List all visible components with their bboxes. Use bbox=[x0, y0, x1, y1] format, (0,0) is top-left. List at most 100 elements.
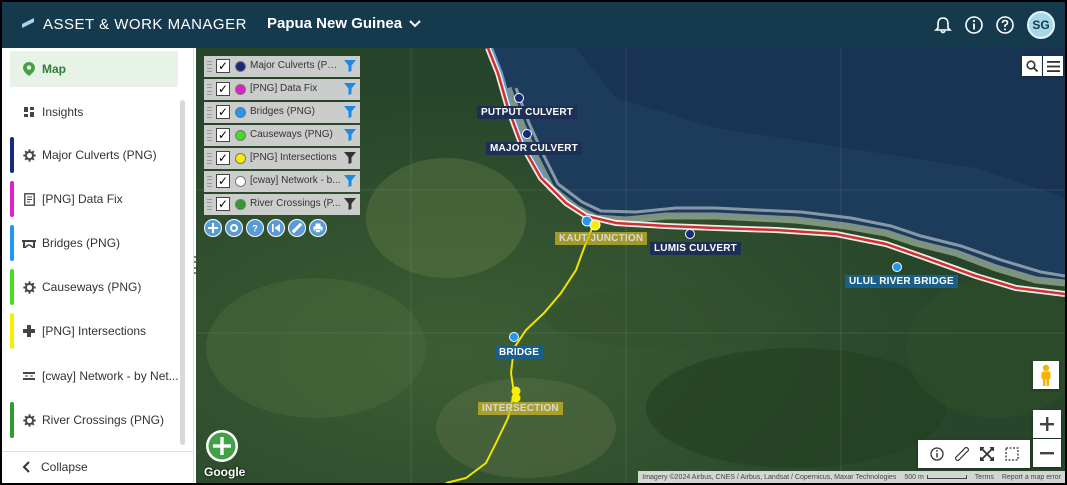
top-bar: ASSET & WORK MANAGER Papua New Guinea SG bbox=[2, 2, 1065, 48]
layer-color-bar bbox=[10, 313, 14, 349]
layer-checkbox[interactable]: ✓ bbox=[216, 197, 230, 211]
scale-line bbox=[926, 475, 967, 479]
culvert-marker[interactable] bbox=[513, 92, 525, 104]
drag-handle-icon[interactable] bbox=[207, 176, 212, 187]
drag-handle-icon[interactable] bbox=[207, 107, 212, 118]
map-menu-button[interactable] bbox=[1043, 56, 1063, 76]
help-icon[interactable] bbox=[995, 15, 1015, 35]
culvert-marker[interactable] bbox=[684, 228, 696, 240]
layer-tools: ? bbox=[204, 219, 360, 237]
layers-panel: ✓ Major Culverts (PNG... ✓ [PNG] Data Fi… bbox=[204, 56, 360, 237]
sidebar-item-network[interactable]: [cway] Network - by Net... bbox=[10, 358, 179, 394]
drag-handle-icon[interactable] bbox=[207, 130, 212, 141]
filter-icon[interactable] bbox=[344, 175, 356, 187]
layer-row-causeways[interactable]: ✓ Causeways (PNG) bbox=[204, 125, 360, 146]
drag-handle-icon[interactable] bbox=[207, 199, 212, 210]
chevron-left-icon bbox=[22, 461, 30, 473]
print-icon[interactable] bbox=[309, 219, 327, 237]
filter-icon[interactable] bbox=[344, 60, 356, 72]
map-label-kaut-junction[interactable]: KAUT JUNCTION bbox=[555, 232, 648, 245]
map-label-major-culvert[interactable]: MAJOR CULVERT bbox=[486, 142, 582, 155]
map-label-bridge[interactable]: BRIDGE bbox=[495, 346, 544, 359]
map-pin-icon bbox=[22, 62, 36, 76]
bell-icon[interactable] bbox=[933, 15, 953, 35]
layer-checkbox[interactable]: ✓ bbox=[216, 105, 230, 119]
collapse-button[interactable]: Collapse bbox=[22, 460, 88, 474]
sidebar-item-data-fix[interactable]: [PNG] Data Fix bbox=[10, 181, 178, 217]
ruler-icon[interactable] bbox=[954, 447, 969, 461]
sidebar-item-label: Insights bbox=[42, 105, 84, 119]
layer-row-network[interactable]: ✓ [cway] Network - b... bbox=[204, 171, 360, 192]
map-search-button[interactable] bbox=[1022, 56, 1042, 76]
imagery-credit: Imagery ©2024 Airbus, CNES / Airbus, Lan… bbox=[642, 473, 897, 481]
divider bbox=[2, 451, 194, 452]
info-icon[interactable] bbox=[964, 15, 984, 35]
filter-icon[interactable] bbox=[344, 152, 356, 164]
zoom-in-button[interactable] bbox=[1033, 410, 1061, 438]
layer-color-dot bbox=[235, 153, 246, 164]
select-area-icon[interactable] bbox=[1004, 447, 1019, 461]
layer-name: Causeways (PNG) bbox=[250, 129, 333, 140]
sidebar-item-causeways[interactable]: Causeways (PNG) bbox=[10, 269, 178, 305]
filter-icon[interactable] bbox=[344, 106, 356, 118]
svg-text:?: ? bbox=[252, 224, 258, 234]
drag-handle-icon[interactable] bbox=[207, 153, 212, 164]
layer-checkbox[interactable]: ✓ bbox=[216, 59, 230, 73]
layer-row-data-fix[interactable]: ✓ [PNG] Data Fix bbox=[204, 79, 360, 100]
layer-checkbox[interactable]: ✓ bbox=[216, 128, 230, 142]
bridge-marker[interactable] bbox=[891, 261, 903, 273]
intersection-marker[interactable] bbox=[588, 218, 602, 232]
info-icon[interactable] bbox=[929, 447, 944, 461]
plus-icon bbox=[22, 324, 36, 338]
layer-color-bar bbox=[10, 225, 14, 261]
zoom-out-button[interactable] bbox=[1033, 439, 1061, 467]
map-label-ulul-river-bridge[interactable]: ULUL RIVER BRIDGE bbox=[845, 275, 958, 288]
layer-color-dot bbox=[235, 107, 246, 118]
map-label-putput-culvert[interactable]: PUTPUT CULVERT bbox=[477, 106, 578, 119]
layer-row-major-culverts[interactable]: ✓ Major Culverts (PNG... bbox=[204, 56, 360, 77]
layer-row-river-crossings[interactable]: ✓ River Crossings (P... bbox=[204, 194, 360, 215]
sidebar-item-insights[interactable]: Insights bbox=[10, 94, 178, 130]
street-view-button[interactable] bbox=[1033, 361, 1059, 389]
layer-color-dot bbox=[235, 199, 246, 210]
map-label-lumis-culvert[interactable]: LUMIS CULVERT bbox=[650, 242, 741, 255]
layer-row-bridges[interactable]: ✓ Bridges (PNG) bbox=[204, 102, 360, 123]
drag-handle-icon[interactable] bbox=[207, 84, 212, 95]
filter-icon[interactable] bbox=[344, 129, 356, 141]
filter-icon[interactable] bbox=[344, 198, 356, 210]
first-page-icon[interactable] bbox=[267, 219, 285, 237]
sidebar-item-intersections[interactable]: [PNG] Intersections bbox=[10, 313, 178, 349]
add-icon[interactable] bbox=[204, 219, 222, 237]
layer-name: [PNG] Intersections bbox=[250, 152, 337, 163]
layer-checkbox[interactable]: ✓ bbox=[216, 82, 230, 96]
report-error-link[interactable]: Report a map error bbox=[1002, 474, 1061, 481]
chevron-down-icon bbox=[409, 19, 421, 27]
sidebar-scrollbar[interactable] bbox=[180, 100, 185, 445]
avatar[interactable]: SG bbox=[1027, 11, 1055, 39]
sidebar-item-map[interactable]: Map bbox=[10, 51, 178, 87]
scale-bar: 500 m bbox=[904, 474, 967, 481]
measure-icon[interactable] bbox=[288, 219, 306, 237]
drag-handle-icon[interactable] bbox=[207, 61, 212, 72]
layer-checkbox[interactable]: ✓ bbox=[216, 174, 230, 188]
layer-row-intersections[interactable]: ✓ [PNG] Intersections bbox=[204, 148, 360, 169]
map-view[interactable]: PUTPUT CULVERT MAJOR CULVERT KAUT JUNCTI… bbox=[196, 48, 1065, 483]
gear-icon bbox=[22, 148, 36, 162]
region-selector[interactable]: Papua New Guinea bbox=[267, 15, 422, 32]
sidebar-item-major-culverts[interactable]: Major Culverts (PNG) bbox=[10, 137, 178, 173]
culvert-marker[interactable] bbox=[521, 128, 533, 140]
layer-checkbox[interactable]: ✓ bbox=[216, 151, 230, 165]
settings-icon[interactable] bbox=[225, 219, 243, 237]
layer-color-dot bbox=[235, 176, 246, 187]
map-label-intersection[interactable]: INTERSECTION bbox=[478, 402, 563, 415]
layer-color-bar bbox=[10, 181, 14, 217]
add-feature-button[interactable] bbox=[205, 429, 239, 463]
fullscreen-icon[interactable] bbox=[979, 447, 994, 461]
minus-icon bbox=[1040, 452, 1054, 455]
terms-link[interactable]: Terms bbox=[975, 474, 994, 481]
filter-icon[interactable] bbox=[344, 83, 356, 95]
sidebar-item-river-crossings[interactable]: River Crossings (PNG) bbox=[10, 402, 178, 438]
bridge-marker[interactable] bbox=[508, 331, 520, 343]
sidebar-item-bridges[interactable]: Bridges (PNG) bbox=[10, 225, 178, 261]
help-icon[interactable]: ? bbox=[246, 219, 264, 237]
